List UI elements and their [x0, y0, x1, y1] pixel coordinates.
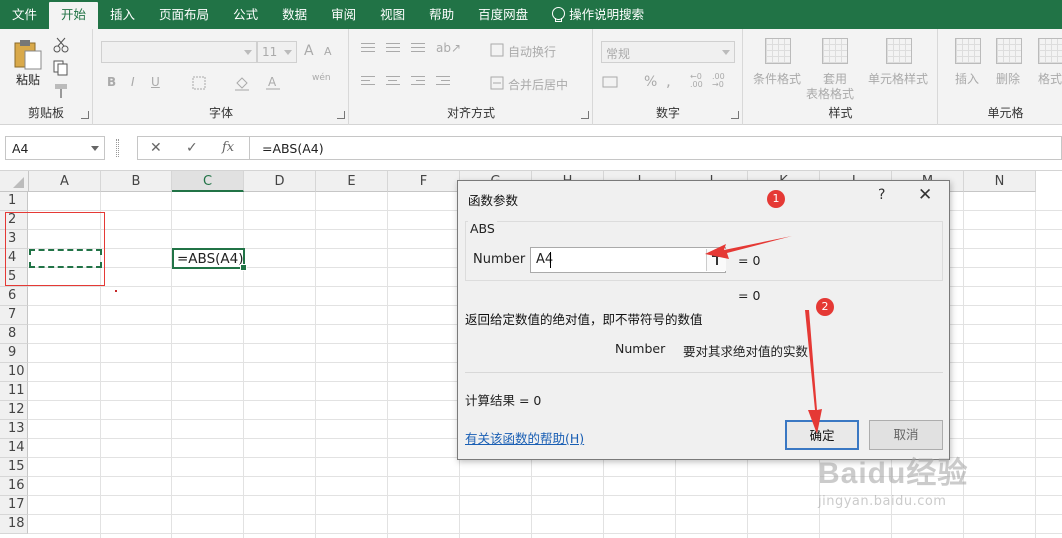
baidu-jingyan-watermark: Baidu经验 jingyan.baidu.com — [818, 448, 968, 509]
watermark-url: jingyan.baidu.com — [818, 494, 947, 509]
step-1-badge: 1 — [767, 190, 785, 208]
step-2-badge: 2 — [816, 298, 834, 316]
watermark-logo-text: Baidu经验 — [818, 457, 969, 490]
